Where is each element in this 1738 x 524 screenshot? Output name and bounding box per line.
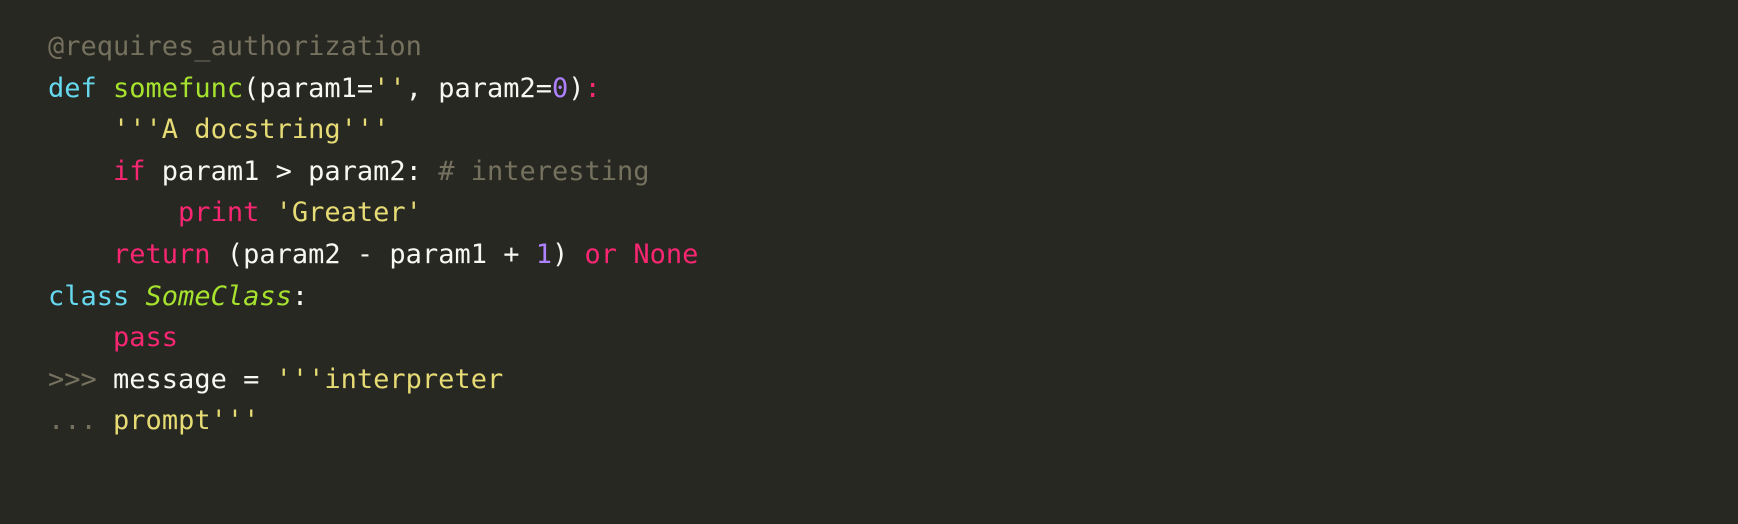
token-keyword: return <box>113 238 211 270</box>
token-string: '' <box>373 72 406 104</box>
token-text: param1 <box>259 72 357 104</box>
code-viewer: @requires_authorization def somefunc(par… <box>0 0 1738 524</box>
token-operator: > <box>275 155 292 187</box>
token-text: message <box>96 363 244 395</box>
token-punct: ( <box>243 72 260 104</box>
token-keyword: print <box>178 197 260 229</box>
code-line: @requires_authorization <box>48 26 1738 68</box>
token-string: 'Greater' <box>275 197 422 229</box>
token-number: 0 <box>552 72 569 104</box>
code-line: class SomeClass: <box>48 276 1738 318</box>
token-punct: ) <box>552 238 569 270</box>
token-keyword: if <box>113 155 146 187</box>
token-colon: : <box>584 72 601 104</box>
token-operator: = <box>356 72 374 104</box>
token-punct: , <box>405 72 439 104</box>
token-decorator: @requires_authorization <box>48 31 422 62</box>
token-operator: + <box>503 238 520 270</box>
token-keyword: pass <box>113 322 179 354</box>
token-text: param1 <box>145 155 276 187</box>
token-text: param2 <box>243 238 357 270</box>
token-text: param2 <box>438 72 536 104</box>
token-string: prompt''' <box>113 405 260 437</box>
token-string: '''A docstring''' <box>113 114 390 146</box>
code-line: pass <box>48 317 1738 359</box>
token-operator: = <box>535 72 553 104</box>
code-line: print 'Greater' <box>48 192 1738 234</box>
code-line: '''A docstring''' <box>48 109 1738 151</box>
token-number: 1 <box>535 238 553 270</box>
token-operator: = <box>243 363 260 395</box>
token-string: '''interpreter <box>275 363 504 395</box>
token-comment: # interesting <box>438 155 650 187</box>
token-keyword: or <box>584 238 618 270</box>
code-line: return (param2 - param1 + 1) or None <box>48 234 1738 276</box>
code-line: ... prompt''' <box>48 400 1738 442</box>
token-kwdecl: def <box>48 72 97 104</box>
token-kwdecl: class <box>48 280 130 312</box>
token-operator: - <box>356 238 374 270</box>
token-prompt: ... <box>48 405 97 437</box>
code-line: if param1 > param2: # interesting <box>48 151 1738 193</box>
token-punct: : <box>405 155 422 187</box>
token-classname: SomeClass <box>145 280 292 312</box>
code-block[interactable]: @requires_authorization def somefunc(par… <box>0 26 1738 442</box>
code-line: def somefunc(param1='', param2=0): <box>48 68 1738 110</box>
code-line: >>> message = '''interpreter <box>48 359 1738 401</box>
token-prompt: >>> <box>48 363 97 395</box>
token-text: param2 <box>291 155 406 187</box>
token-text: param1 <box>373 238 504 270</box>
token-punct: : <box>291 280 309 312</box>
token-punct: ( <box>226 238 244 270</box>
token-punct: ) <box>568 72 585 104</box>
token-funcname: somefunc <box>113 72 244 104</box>
token-keyword: None <box>633 238 699 270</box>
